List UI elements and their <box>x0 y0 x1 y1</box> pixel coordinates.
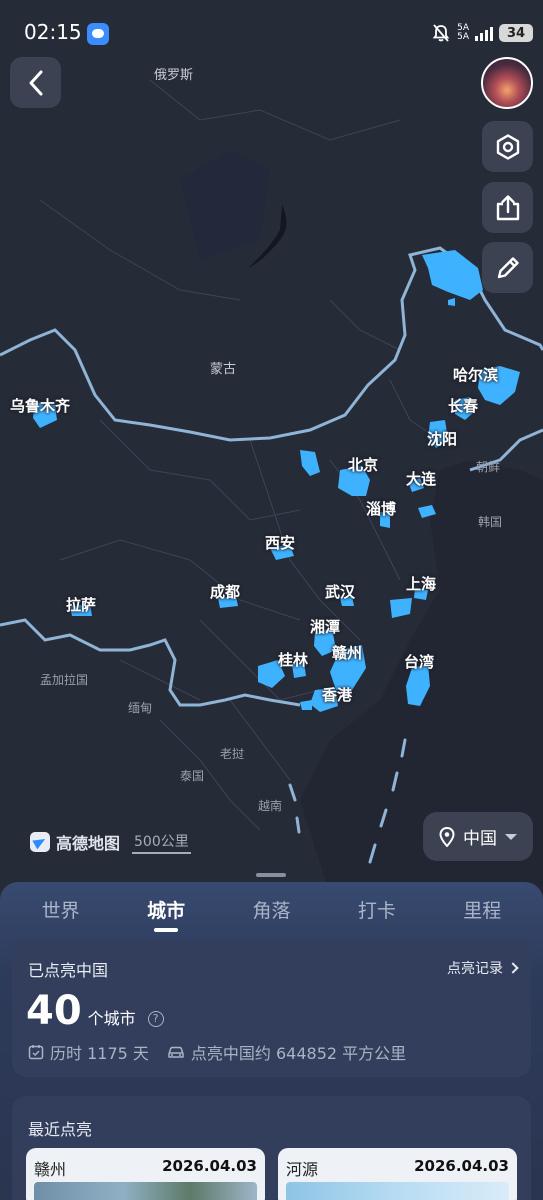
city-label-dalian[interactable]: 大连 <box>406 468 436 489</box>
settings-button[interactable] <box>482 121 533 172</box>
city-label-harbin[interactable]: 哈尔滨 <box>453 364 498 385</box>
status-indicators: 5A 5A 34 <box>431 22 533 44</box>
location-pin-icon <box>439 826 455 847</box>
map-view[interactable]: 俄罗斯 蒙古 朝鲜 韩国 孟加拉国 缅甸 老挝 泰国 越南 乌鲁木齐 哈尔滨 长… <box>0 0 543 895</box>
city-label-ganzhou[interactable]: 赣州 <box>332 642 362 663</box>
tab-world[interactable]: 世界 <box>15 896 107 936</box>
tab-cities[interactable]: 城市 <box>120 896 212 936</box>
recent-title: 最近点亮 <box>28 1120 93 1139</box>
map-label-myanmar: 缅甸 <box>128 701 153 715</box>
city-label-chengdu[interactable]: 成都 <box>210 581 240 602</box>
recent-item-name: 赣州 <box>34 1160 67 1179</box>
bell-muted-icon <box>432 24 450 42</box>
edit-button[interactable] <box>482 242 533 293</box>
message-notification-icon <box>87 23 109 45</box>
city-label-xian[interactable]: 西安 <box>265 532 295 553</box>
city-label-changchun[interactable]: 长春 <box>448 395 478 416</box>
status-time: 02:15 <box>24 20 82 44</box>
city-label-shenyang[interactable]: 沈阳 <box>427 428 457 449</box>
recent-item[interactable]: 赣州 2026.04.03 <box>26 1148 265 1200</box>
tab-bar: 世界 城市 角落 打卡 里程 <box>0 896 543 936</box>
map-base-layer <box>0 0 543 895</box>
chevron-left-icon <box>29 70 42 95</box>
brand-name: 高德地图 <box>56 834 121 853</box>
record-link-label: 点亮记录 <box>447 961 503 977</box>
network-label-sim2: 5A <box>457 32 469 42</box>
city-label-lhasa[interactable]: 拉萨 <box>66 594 96 615</box>
summary-stats: 历时 1175 天 点亮中国约 644852 平方公里 <box>28 1040 424 1064</box>
hexagon-settings-icon <box>496 133 519 160</box>
map-scale: 500公里 <box>132 831 191 854</box>
map-label-north-korea: 朝鲜 <box>476 460 501 474</box>
summary-title: 已点亮中国 <box>28 961 109 980</box>
city-label-guilin[interactable]: 桂林 <box>278 649 308 670</box>
map-label-vietnam: 越南 <box>258 799 283 813</box>
tab-mileage[interactable]: 里程 <box>436 896 528 936</box>
tab-checkin[interactable]: 打卡 <box>331 896 423 936</box>
city-label-zibo[interactable]: 淄博 <box>366 498 396 519</box>
map-brand: 高德地图 500公里 <box>30 830 191 854</box>
map-label-mongolia: 蒙古 <box>210 362 237 377</box>
city-count-unit: 个城市 <box>87 1009 136 1028</box>
status-bar: 02:15 5A 5A 34 <box>0 0 543 60</box>
map-label-thailand: 泰国 <box>180 769 205 783</box>
recent-item-photo <box>34 1182 257 1200</box>
recent-lit-card: 最近点亮 赣州 2026.04.03 河源 2026.04.03 <box>12 1096 531 1200</box>
battery-indicator: 34 <box>499 24 533 42</box>
tab-corners[interactable]: 角落 <box>225 896 317 936</box>
duration-stat: 历时 1175 天 <box>28 1040 149 1064</box>
sheet-drag-handle[interactable] <box>256 873 286 877</box>
share-button[interactable] <box>482 182 533 233</box>
recent-item-date: 2026.04.03 <box>162 1157 257 1175</box>
map-label-south-korea: 韩国 <box>478 515 503 529</box>
city-label-xiangtan[interactable]: 湘潭 <box>310 616 340 637</box>
city-label-wuhan[interactable]: 武汉 <box>325 581 355 602</box>
chevron-right-icon <box>507 962 519 974</box>
lit-record-link[interactable]: 点亮记录 <box>447 958 519 978</box>
help-icon[interactable]: ? <box>147 1010 164 1027</box>
city-label-taiwan[interactable]: 台湾 <box>404 651 434 672</box>
amap-logo-icon <box>30 832 50 852</box>
duration-text: 历时 1175 天 <box>50 1044 149 1063</box>
user-avatar[interactable] <box>481 57 533 109</box>
pencil-icon <box>497 256 519 278</box>
back-button[interactable] <box>10 57 61 108</box>
chevron-down-icon <box>505 833 517 840</box>
region-label: 中国 <box>463 829 497 849</box>
car-icon <box>168 1046 184 1058</box>
city-label-shanghai[interactable]: 上海 <box>406 573 436 594</box>
lit-summary-card: 已点亮中国 点亮记录 40 个城市 ? 历时 1175 天 点亮中国约 6448… <box>12 940 531 1077</box>
calendar-check-icon <box>28 1045 44 1060</box>
city-label-beijing[interactable]: 北京 <box>348 454 378 475</box>
city-count-number: 40 <box>26 988 82 1034</box>
signal-strength-icon <box>475 25 493 41</box>
map-label-bangladesh: 孟加拉国 <box>40 673 89 687</box>
city-label-urumqi[interactable]: 乌鲁木齐 <box>10 395 70 416</box>
recent-item-photo <box>286 1182 509 1200</box>
bottom-sheet[interactable]: 世界 城市 角落 打卡 里程 已点亮中国 点亮记录 40 个城市 ? 历时 11 <box>0 873 543 1200</box>
recent-item[interactable]: 河源 2026.04.03 <box>278 1148 517 1200</box>
area-text: 点亮中国约 644852 平方公里 <box>190 1044 407 1063</box>
map-label-laos: 老挝 <box>220 747 245 761</box>
recent-item-date: 2026.04.03 <box>414 1157 509 1175</box>
share-icon <box>496 194 519 220</box>
area-stat: 点亮中国约 644852 平方公里 <box>167 1040 406 1064</box>
city-count: 40 个城市 ? <box>26 988 164 1034</box>
map-label-russia: 俄罗斯 <box>154 68 194 83</box>
recent-item-name: 河源 <box>286 1160 319 1179</box>
region-selector-button[interactable]: 中国 <box>423 812 533 861</box>
network-type: 5A 5A <box>457 24 469 42</box>
city-label-hongkong[interactable]: 香港 <box>322 684 352 705</box>
